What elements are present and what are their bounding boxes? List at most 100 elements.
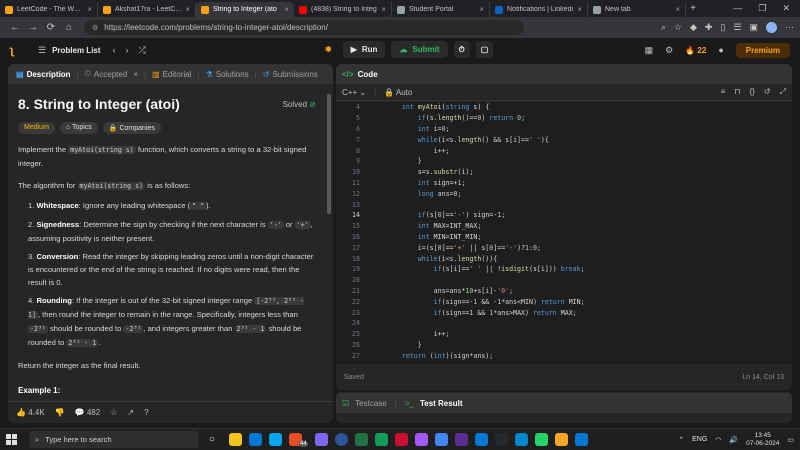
taskbar-app-icon[interactable] bbox=[434, 433, 448, 446]
notes-icon[interactable]: ▢ bbox=[475, 41, 494, 58]
close-icon[interactable]: × bbox=[185, 5, 190, 14]
reload-icon[interactable]: ⟳ bbox=[42, 22, 60, 33]
taskbar-app-icon[interactable] bbox=[269, 433, 283, 446]
taskbar-app-icon[interactable] bbox=[454, 433, 468, 446]
user-avatar[interactable]: ● bbox=[718, 45, 723, 55]
fullscreen-icon[interactable]: ⤢ bbox=[780, 87, 786, 97]
code-editor[interactable]: 4 int myAtoi(string s) {5 if(s.length()=… bbox=[336, 102, 792, 364]
timer-icon[interactable]: ⏱ bbox=[453, 41, 470, 58]
bookmark-icon[interactable]: ⊓ bbox=[734, 87, 740, 97]
taskbar-app-icon[interactable] bbox=[514, 433, 528, 446]
companies-tag[interactable]: 🔒 Companies bbox=[102, 122, 161, 134]
close-window-icon[interactable]: ✕ bbox=[782, 3, 790, 14]
close-icon[interactable]: × bbox=[675, 5, 680, 14]
braces-icon[interactable]: {} bbox=[750, 87, 755, 97]
tab-testcase[interactable]: Testcase bbox=[355, 399, 387, 408]
close-icon[interactable]: × bbox=[577, 5, 582, 14]
taskbar-app-icon[interactable] bbox=[249, 433, 263, 446]
minimize-icon[interactable]: — bbox=[733, 3, 742, 14]
close-icon[interactable]: × bbox=[133, 70, 138, 79]
help-icon[interactable]: ? bbox=[144, 408, 148, 417]
prev-problem-icon[interactable]: ‹ bbox=[113, 45, 116, 55]
settings-icon[interactable]: ⚙ bbox=[665, 45, 673, 56]
taskbar-app-icon[interactable] bbox=[374, 433, 388, 446]
zoom-icon[interactable]: ⌕ bbox=[661, 22, 666, 33]
favorites-icon[interactable]: ☰ bbox=[733, 22, 741, 33]
browser-tab[interactable]: Akshat17ra - LeetCode × bbox=[98, 2, 196, 17]
reset-icon[interactable]: ↺ bbox=[764, 87, 771, 97]
streak-counter[interactable]: 🔥 22 bbox=[685, 46, 706, 55]
browser-tab[interactable]: (4838) String to Integ × bbox=[294, 2, 392, 17]
wifi-icon[interactable]: ◠ bbox=[715, 436, 721, 444]
format-icon[interactable]: ≡ bbox=[721, 87, 726, 97]
taskbar-app-icon[interactable] bbox=[354, 433, 368, 446]
windows-start-icon[interactable] bbox=[6, 434, 17, 445]
collections-icon[interactable]: ▣ bbox=[749, 22, 758, 33]
browser-tab[interactable]: LeetCode - The World × bbox=[0, 2, 98, 17]
layout-icon[interactable]: ▦ bbox=[645, 45, 654, 56]
taskbar-app-icon[interactable] bbox=[314, 433, 328, 446]
leetcode-logo[interactable]: ʅ bbox=[10, 43, 24, 57]
browser-tab[interactable]: Student Portal × bbox=[392, 2, 490, 17]
next-problem-icon[interactable]: › bbox=[126, 45, 129, 55]
menu-icon[interactable]: ⋯ bbox=[785, 22, 794, 33]
tab-description[interactable]: ▤ Description bbox=[12, 70, 75, 79]
debug-icon[interactable]: ✱ bbox=[320, 41, 337, 58]
share-icon[interactable]: ↗ bbox=[127, 408, 134, 417]
topics-tag[interactable]: ⌂ Topics bbox=[59, 122, 98, 134]
taskbar-app-icon[interactable] bbox=[474, 433, 488, 446]
site-info-icon[interactable]: ⚙ bbox=[92, 24, 98, 32]
submit-button[interactable]: ☁ Submit bbox=[391, 41, 448, 58]
task-view-icon[interactable]: ○ bbox=[209, 434, 215, 445]
autocomplete-toggle[interactable]: 🔒 Auto bbox=[384, 88, 412, 97]
taskbar-app-icon[interactable] bbox=[414, 433, 428, 446]
difficulty-badge[interactable]: Medium bbox=[18, 122, 55, 134]
chevron-up-icon[interactable]: ⌃ bbox=[678, 436, 684, 444]
home-icon[interactable]: ⌂ bbox=[60, 22, 78, 33]
tab-solutions[interactable]: ⚗ Solutions bbox=[202, 70, 253, 79]
forward-icon[interactable]: → bbox=[24, 22, 42, 33]
scrollbar[interactable] bbox=[327, 94, 331, 214]
clock[interactable]: 13:45 07-06-2024 bbox=[746, 432, 779, 448]
taskbar-search[interactable]: ⌕ Type here to search bbox=[29, 431, 199, 448]
close-icon[interactable]: × bbox=[381, 5, 386, 14]
taskbar-app-icon[interactable] bbox=[394, 433, 408, 446]
extension-icon[interactable]: ◆ bbox=[690, 22, 697, 33]
notifications-icon[interactable]: ▭ bbox=[787, 436, 794, 444]
problem-list-link[interactable]: Problem List bbox=[52, 46, 100, 55]
taskbar-app-icon[interactable] bbox=[554, 433, 568, 446]
language-select[interactable]: C++ ⌄ bbox=[342, 88, 366, 97]
shuffle-icon[interactable]: ⤮ bbox=[139, 45, 146, 56]
premium-button[interactable]: Premium bbox=[735, 42, 790, 58]
taskbar-app-icon[interactable] bbox=[334, 433, 348, 446]
bookmark-icon[interactable]: ☆ bbox=[674, 22, 682, 33]
volume-icon[interactable]: 🔊 bbox=[729, 436, 738, 444]
puzzle-icon[interactable]: ✚ bbox=[705, 22, 713, 33]
taskbar-app-icon[interactable] bbox=[574, 433, 588, 446]
profile-avatar[interactable] bbox=[766, 22, 777, 33]
tab-submissions[interactable]: ↺ Submissions bbox=[259, 70, 322, 79]
like-button[interactable]: 👍 4.4K bbox=[16, 408, 45, 417]
star-icon[interactable]: ☆ bbox=[110, 408, 117, 417]
taskbar-app-icon[interactable] bbox=[494, 433, 508, 446]
close-icon[interactable]: × bbox=[479, 5, 484, 14]
comments-button[interactable]: 💬 482 bbox=[75, 408, 101, 417]
dislike-icon[interactable]: 👎 bbox=[55, 408, 65, 417]
tab-accepted[interactable]: ⏱ Accepted × bbox=[81, 69, 142, 79]
browser-tab[interactable]: New tab × bbox=[588, 2, 686, 17]
tab-editorial[interactable]: ▥ Editorial bbox=[148, 70, 195, 79]
run-button[interactable]: ▶ Run bbox=[342, 41, 386, 58]
back-icon[interactable]: ← bbox=[6, 22, 24, 33]
browser-tab[interactable]: String to Integer (ato × bbox=[196, 2, 294, 17]
new-tab-icon[interactable]: + bbox=[686, 3, 700, 14]
taskbar-app-icon[interactable] bbox=[534, 433, 548, 446]
maximize-icon[interactable]: ❐ bbox=[758, 3, 766, 14]
tab-code[interactable]: Code bbox=[358, 70, 378, 79]
list-icon[interactable]: ☰ bbox=[38, 45, 46, 56]
browser-tab[interactable]: Notifications | Linkedi × bbox=[490, 2, 588, 17]
language-indicator[interactable]: ENG bbox=[692, 436, 707, 443]
tab-test-result[interactable]: Test Result bbox=[420, 399, 463, 408]
split-view-icon[interactable]: ▯ bbox=[720, 22, 725, 33]
url-bar[interactable]: ⚙ https://leetcode.com/problems/string-t… bbox=[84, 20, 524, 35]
close-icon[interactable]: × bbox=[284, 5, 289, 14]
